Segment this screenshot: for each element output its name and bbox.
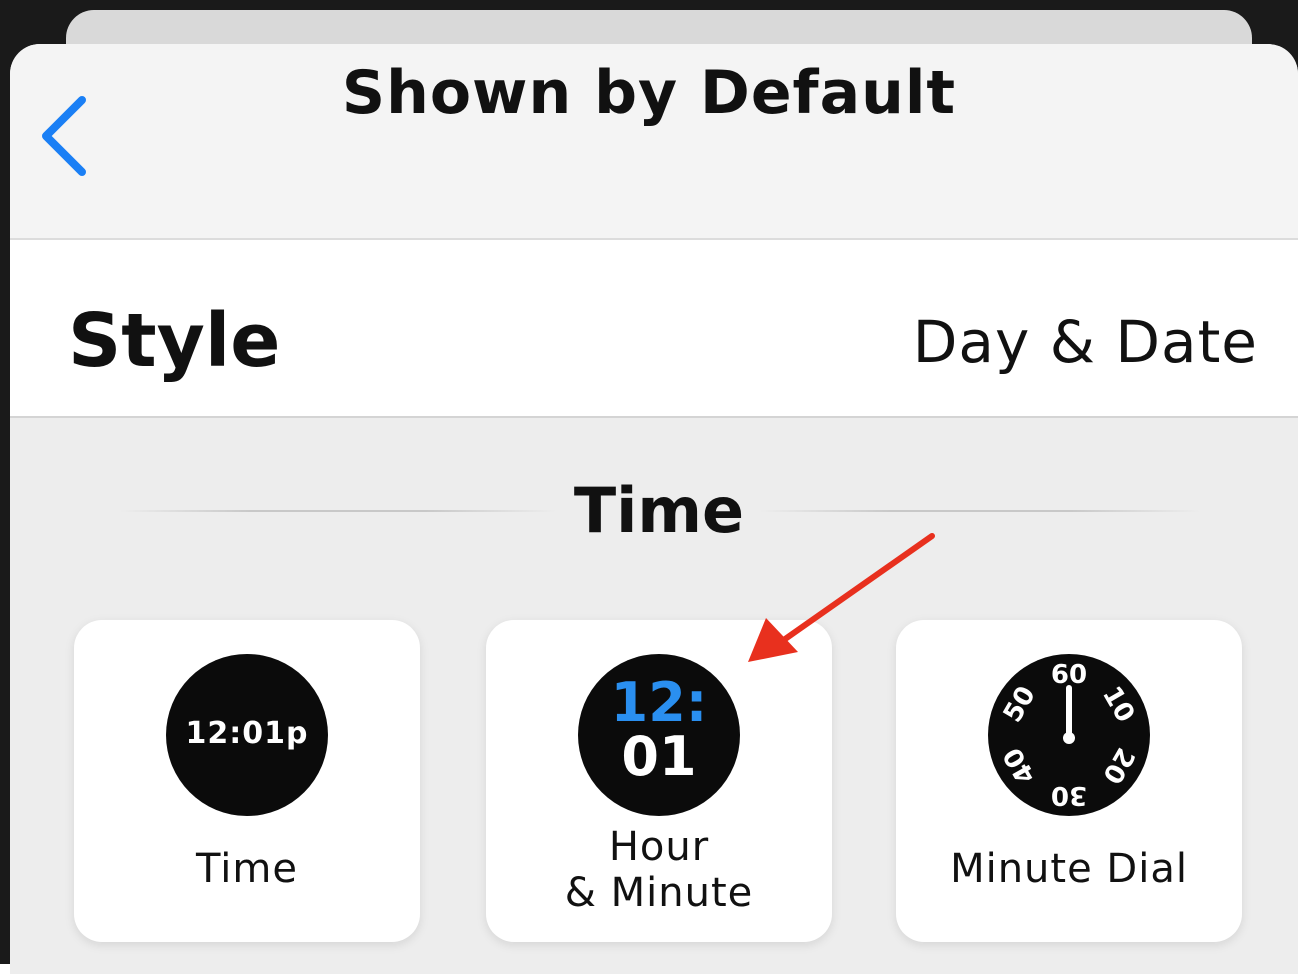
watch-preview-hour: 12: [610, 671, 708, 734]
style-label: Style [68, 298, 281, 384]
dial-center [1063, 732, 1075, 744]
dial-number: 10 [1096, 681, 1140, 727]
option-label-line1: Hour [608, 824, 710, 870]
hour-minute-watch-icon: 12: 01 [578, 654, 740, 816]
page-title: Shown by Default [341, 58, 957, 128]
style-setting-row[interactable]: Style Day & Date [10, 240, 1298, 418]
option-label: Minute Dial [950, 846, 1188, 892]
option-label-line2: & Minute [564, 870, 754, 916]
dial-face: 60 10 20 30 40 50 [998, 660, 1140, 810]
option-card-time[interactable]: 12:01p Time [74, 620, 420, 942]
dial-number: 40 [998, 742, 1042, 788]
option-label: Hour & Minute [486, 824, 832, 916]
dial-number: 20 [1096, 742, 1140, 788]
dial-number: 30 [1051, 780, 1087, 810]
divider-line [760, 510, 1200, 512]
settings-sheet: Style Day & Date Time 12:01p Time 12: 01… [10, 44, 1298, 974]
minute-dial-watch-icon: 60 10 20 30 40 50 [988, 654, 1150, 816]
style-value: Day & Date [912, 308, 1258, 376]
dial-number: 50 [998, 681, 1042, 727]
option-label: Time [196, 846, 298, 892]
divider-line [120, 510, 556, 512]
section-heading-time: Time [10, 474, 1298, 547]
watch-preview-text: 12:01p [185, 716, 309, 751]
annotation-arrow-icon [748, 533, 935, 662]
watch-preview-minute: 01 [621, 725, 697, 788]
digital-time-watch-icon: 12:01p [166, 654, 328, 816]
